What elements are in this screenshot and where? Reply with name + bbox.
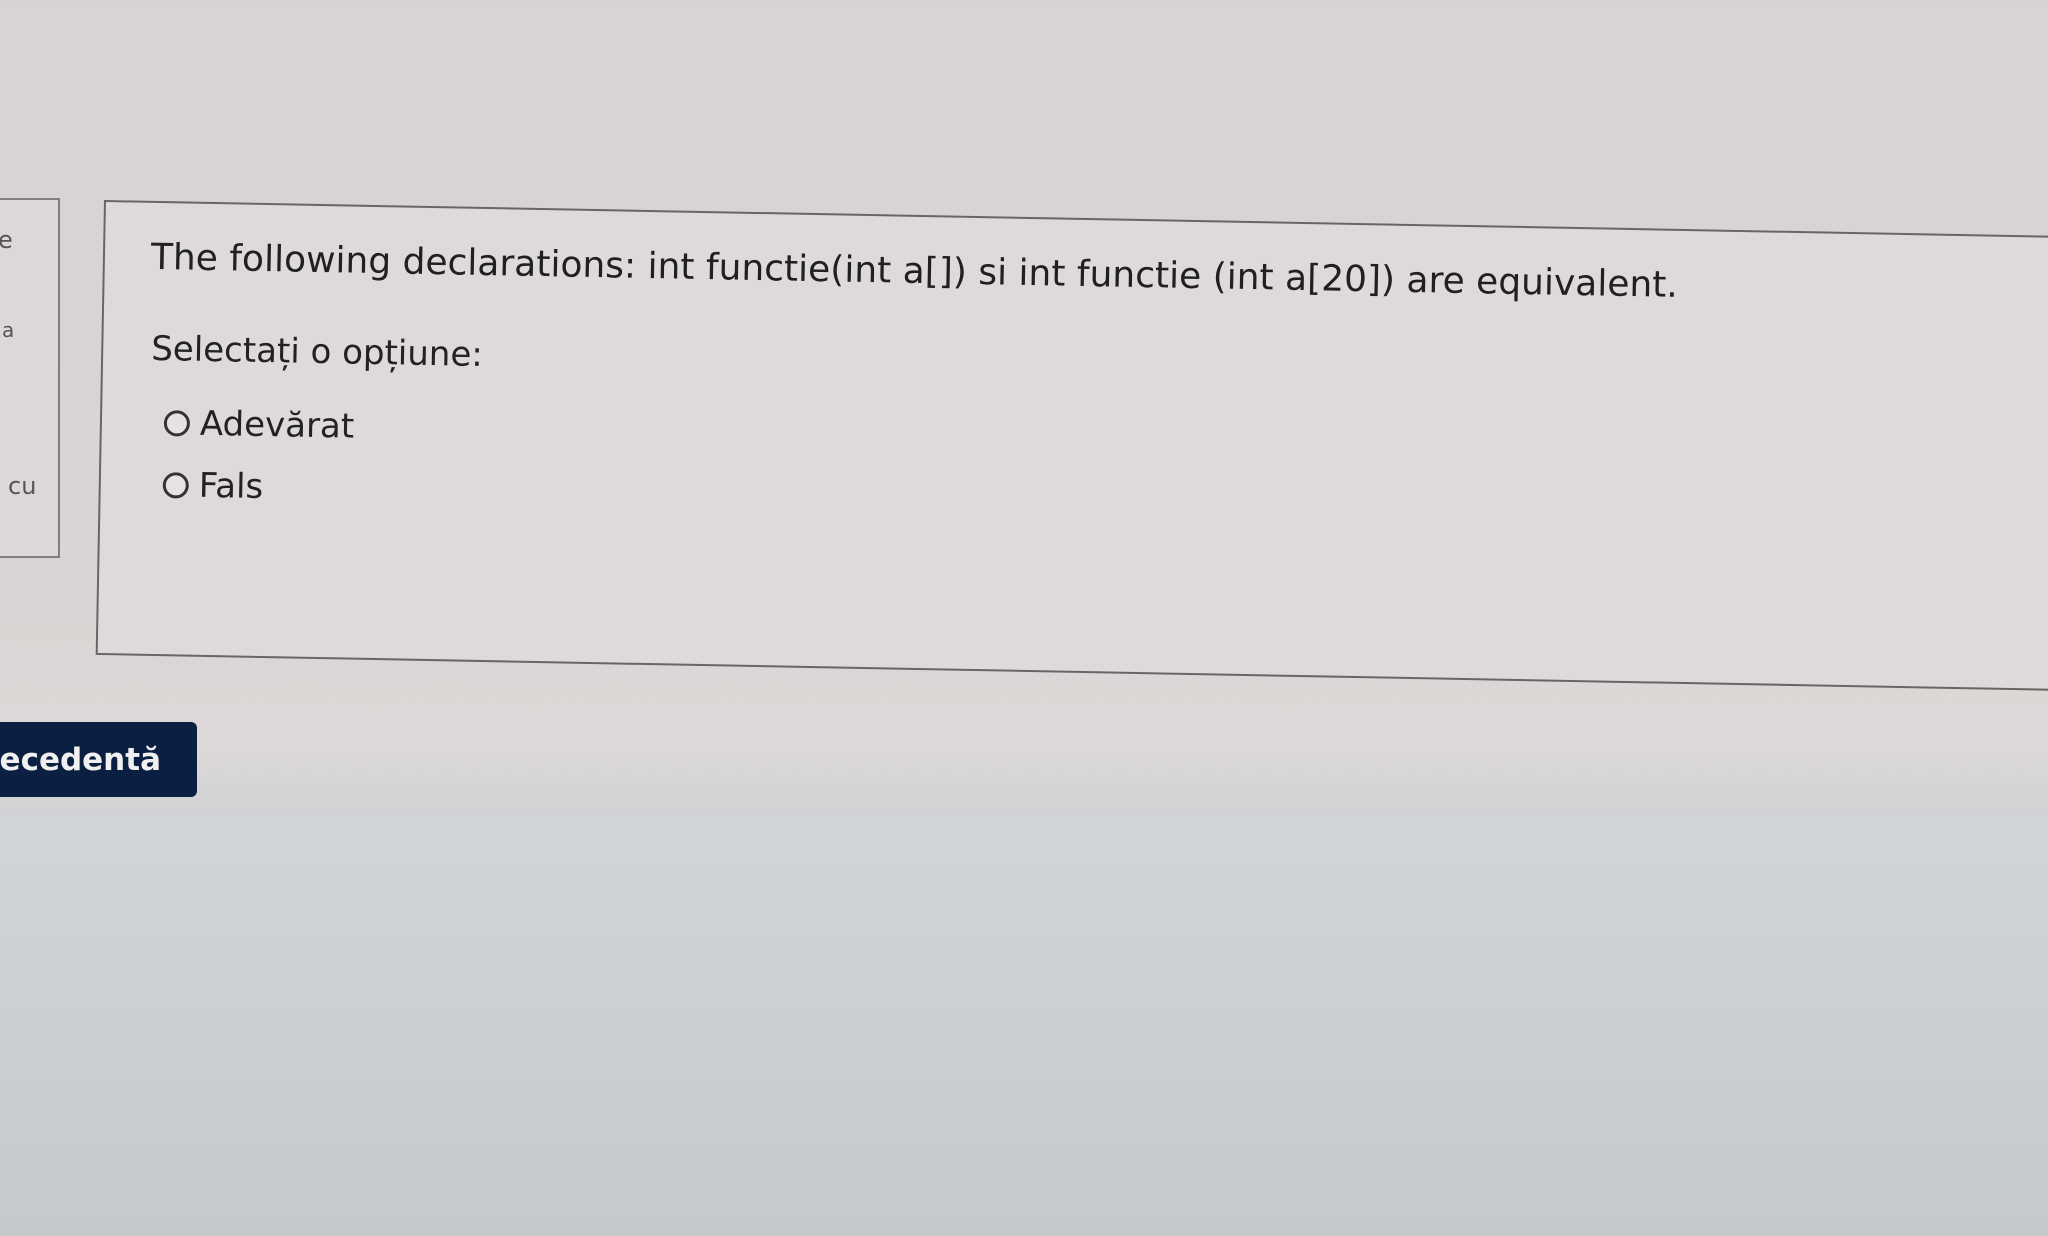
nav-panel-fragment: cu	[8, 472, 37, 500]
option-true[interactable]: Adevărat	[163, 403, 355, 447]
option-false[interactable]: Fals	[162, 465, 264, 507]
option-prompt: Selectați o opțiune:	[150, 328, 484, 375]
option-label: Adevărat	[199, 403, 355, 447]
radio-button-icon[interactable]	[162, 472, 190, 499]
previous-page-label: recedentă	[0, 741, 161, 778]
question-card: The following declarations: int functie(…	[95, 200, 2048, 691]
question-text: The following declarations: int functie(…	[150, 236, 1679, 306]
quiz-navigation-panel: e a cu	[0, 198, 60, 558]
radio-button-icon[interactable]	[163, 410, 191, 437]
page-background-lower	[0, 815, 2048, 1236]
nav-panel-fragment: a	[2, 318, 15, 342]
previous-page-button[interactable]: recedentă	[0, 722, 197, 797]
nav-panel-fragment: e	[0, 226, 13, 254]
option-label: Fals	[198, 465, 264, 507]
